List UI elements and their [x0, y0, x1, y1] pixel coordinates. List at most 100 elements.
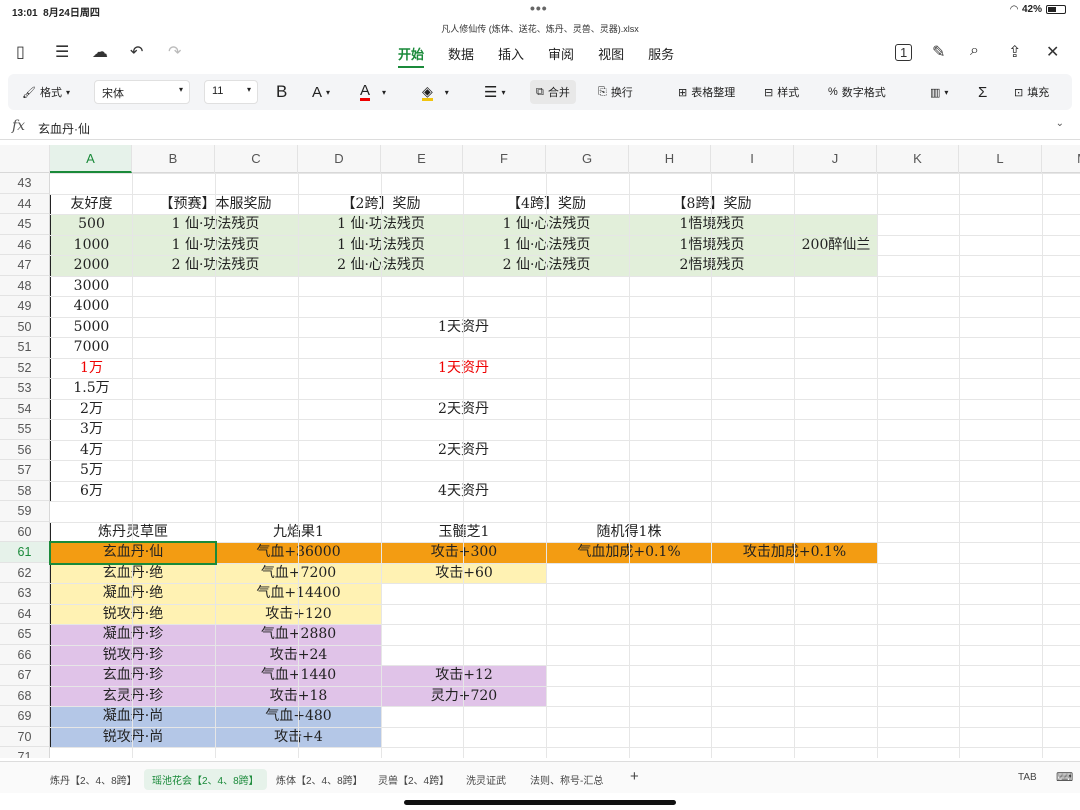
table-cell[interactable]: 200醉仙兰 [794, 214, 878, 277]
row-header-62[interactable]: 62 [0, 562, 50, 583]
corner-select-all[interactable] [0, 145, 50, 173]
row-header-50[interactable]: 50 [0, 316, 50, 337]
number-format-button[interactable]: % 数字格式 [828, 74, 886, 110]
stat-cell[interactable]: 攻击+12 [381, 665, 547, 687]
fill-color-button[interactable]: ◈ ▾ [422, 74, 449, 110]
row-header-44[interactable]: 44 [0, 193, 50, 214]
table-cell[interactable]: 500 [50, 214, 133, 236]
font-size-select[interactable]: 11 ▾ [204, 80, 258, 104]
column-header-H[interactable]: H [629, 145, 711, 173]
row-header-59[interactable]: 59 [0, 501, 50, 522]
table-header-cell[interactable]: 炼丹灵草匣 [50, 521, 216, 543]
row-header-57[interactable]: 57 [0, 460, 50, 481]
pill-name-cell[interactable]: 玄血丹·绝 [50, 562, 216, 584]
pill-name-cell[interactable]: 凝血丹·尚 [50, 706, 216, 728]
more-dots-icon[interactable]: ••• [530, 0, 548, 16]
row-header-71[interactable]: 71 [0, 747, 50, 758]
freeze-button[interactable]: ▥ ▾ [930, 74, 948, 110]
pill-name-cell[interactable]: 凝血丹·绝 [50, 583, 216, 605]
cloud-sync-icon[interactable]: ☁ [92, 42, 108, 62]
row-header-47[interactable]: 47 [0, 255, 50, 276]
formula-bar[interactable]: fx 玄血丹·仙 ⌄ [0, 114, 1080, 140]
add-sheet-icon[interactable]: + [622, 765, 647, 788]
friendship-level-cell[interactable]: 1.5万 [50, 378, 133, 400]
friendship-level-cell[interactable]: 1万 [50, 357, 133, 379]
tab-start[interactable]: 开始 [398, 44, 425, 68]
column-header-C[interactable]: C [215, 145, 298, 173]
row-header-56[interactable]: 56 [0, 439, 50, 460]
row-header-52[interactable]: 52 [0, 357, 50, 378]
row-header-46[interactable]: 46 [0, 234, 50, 255]
table-cell[interactable]: 1悟境残页 [629, 234, 795, 256]
row-header-63[interactable]: 63 [0, 583, 50, 604]
row-header-69[interactable]: 69 [0, 706, 50, 727]
friendship-level-cell[interactable]: 3000 [50, 275, 133, 297]
stat-cell[interactable]: 灵力+720 [381, 685, 547, 707]
tab-service[interactable]: 服务 [648, 44, 674, 68]
font-select[interactable]: 宋体 ▾ [94, 80, 190, 104]
pill-name-cell[interactable]: 锐攻丹·尚 [50, 726, 216, 748]
sheet-tab[interactable]: 灵兽【2、4跨】 [370, 769, 457, 790]
row-header-48[interactable]: 48 [0, 275, 50, 296]
column-header-E[interactable]: E [381, 145, 463, 173]
row-header-61[interactable]: 61 [0, 542, 50, 563]
search-icon[interactable]: ⌕ [970, 42, 979, 60]
row-header-43[interactable]: 43 [0, 173, 50, 194]
column-header-I[interactable]: I [711, 145, 794, 173]
column-header-M[interactable]: M [1042, 145, 1080, 173]
sum-button[interactable]: Σ [978, 74, 987, 110]
column-header-D[interactable]: D [298, 145, 381, 173]
merge-button[interactable]: ⧉ 合并 [530, 80, 576, 104]
row-header-58[interactable]: 58 [0, 480, 50, 501]
fill-button[interactable]: ⊡ 填充 [1014, 74, 1049, 110]
format-painter-button[interactable]: 🖌 格式 ▾ [22, 74, 70, 110]
friendship-level-cell[interactable]: 7000 [50, 337, 133, 359]
table-header-cell[interactable]: 【8跨】奖励 [629, 193, 795, 215]
align-button[interactable]: ☰ ▾ [484, 74, 505, 110]
column-header-F[interactable]: F [463, 145, 546, 173]
table-cell[interactable]: 1000 [50, 234, 133, 256]
tab-review[interactable]: 审阅 [548, 44, 574, 68]
friendship-level-cell[interactable]: 4000 [50, 296, 133, 318]
tab-data[interactable]: 数据 [448, 44, 474, 68]
row-header-53[interactable]: 53 [0, 378, 50, 399]
table-cell[interactable]: 2000 [50, 255, 133, 277]
sheet-tab[interactable]: 炼丹【2、4、8跨】 [42, 769, 145, 790]
table-organize-button[interactable]: ⊞ 表格整理 [678, 74, 735, 110]
pill-name-cell[interactable]: 玄血丹·仙 [49, 541, 217, 565]
table-cell[interactable]: 1悟境残页 [629, 214, 795, 236]
menu-icon[interactable]: ☰ [55, 42, 69, 62]
table-header-cell[interactable]: 玉髓芝1 [381, 521, 547, 543]
row-header-60[interactable]: 60 [0, 521, 50, 542]
row-header-55[interactable]: 55 [0, 419, 50, 440]
row-header-49[interactable]: 49 [0, 296, 50, 317]
friendship-level-cell[interactable]: 5万 [50, 460, 133, 482]
sheet-tab-active[interactable]: 瑶池花会【2、4、8跨】 [144, 769, 267, 790]
style-button[interactable]: ⊟ 样式 [764, 74, 799, 110]
pill-name-cell[interactable]: 玄灵丹·珍 [50, 685, 216, 707]
column-header-A[interactable]: A [50, 145, 132, 173]
friendship-level-cell[interactable]: 5000 [50, 316, 133, 338]
sheet-tab[interactable]: 法则、称号-汇总 [522, 769, 611, 790]
row-header-65[interactable]: 65 [0, 624, 50, 645]
column-header-L[interactable]: L [959, 145, 1042, 173]
row-header-67[interactable]: 67 [0, 665, 50, 686]
pill-name-cell[interactable]: 锐攻丹·珍 [50, 644, 216, 666]
tab-view[interactable]: 视图 [598, 44, 624, 68]
sidebar-toggle-icon[interactable]: ▯ [16, 42, 25, 62]
pill-name-cell[interactable]: 凝血丹·珍 [50, 624, 216, 646]
bold-button[interactable]: B [276, 74, 287, 110]
column-header-K[interactable]: K [877, 145, 959, 173]
friendship-level-cell[interactable]: 2万 [50, 398, 133, 420]
chevron-down-icon[interactable]: ⌄ [1056, 118, 1064, 129]
table-cell[interactable]: 2悟境残页 [629, 255, 795, 277]
column-header-B[interactable]: B [132, 145, 215, 173]
row-header-70[interactable]: 70 [0, 726, 50, 747]
stat-cell[interactable]: 攻击+300 [381, 542, 547, 564]
row-header-66[interactable]: 66 [0, 644, 50, 665]
tab-insert[interactable]: 插入 [498, 44, 524, 68]
row-header-64[interactable]: 64 [0, 603, 50, 624]
tab-key-button[interactable]: TAB [1010, 769, 1045, 786]
row-header-68[interactable]: 68 [0, 685, 50, 706]
stat-cell[interactable]: 攻击+60 [381, 562, 547, 584]
